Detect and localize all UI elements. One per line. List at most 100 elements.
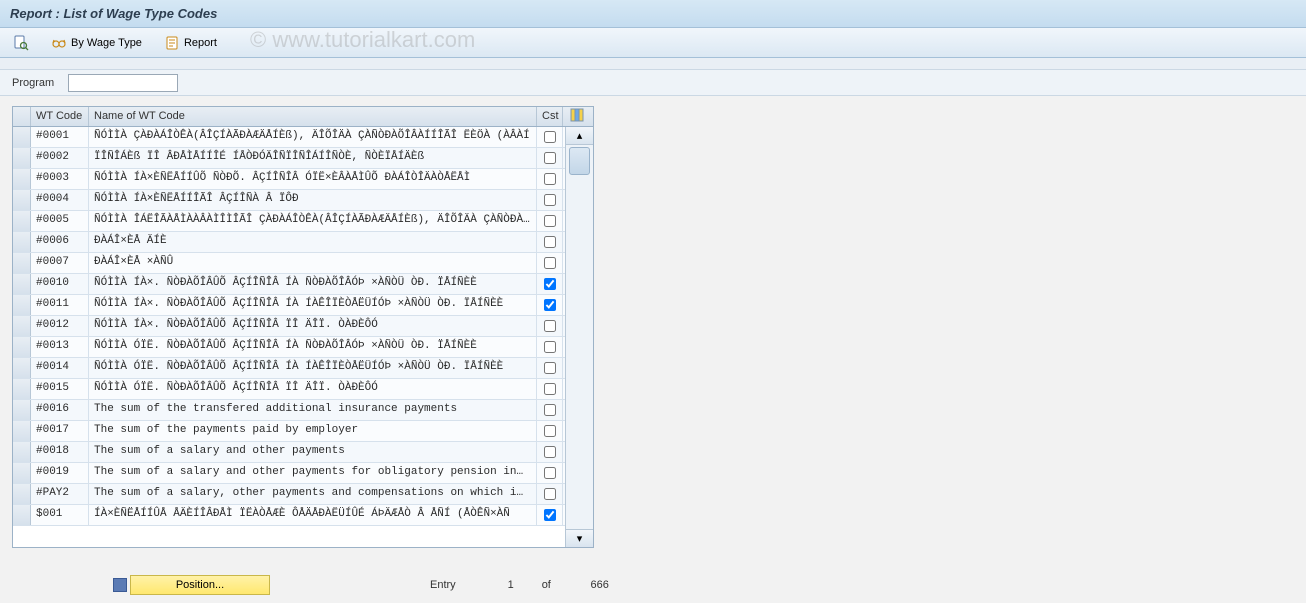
table-row[interactable]: #0016The sum of the transfered additiona… [13, 400, 565, 421]
cst-checkbox[interactable] [544, 320, 556, 332]
cst-checkbox[interactable] [544, 299, 556, 311]
table-row[interactable]: #0003ÑÓÌÌÀ ÍÀ×ÈÑËÅÍÍÛÕ ÑÒÐÕ. ÂÇÍÎÑÎÂ ÓÏË… [13, 169, 565, 190]
cst-checkbox[interactable] [544, 488, 556, 500]
row-selector[interactable] [13, 253, 31, 273]
col-selector[interactable] [13, 107, 31, 126]
table-row[interactable]: #0011ÑÓÌÌÀ ÍÀ×. ÑÒÐÀÕÎÂÛÕ ÂÇÍÎÑÎÂ ÍÀ ÍÀÊ… [13, 295, 565, 316]
cell-cst [537, 400, 563, 420]
cell-wt-code: $001 [31, 505, 89, 525]
scroll-track[interactable] [566, 145, 593, 529]
row-selector[interactable] [13, 169, 31, 189]
cell-cst [537, 505, 563, 525]
cell-cst [537, 274, 563, 294]
col-wt-code[interactable]: WT Code [31, 107, 89, 126]
cst-checkbox[interactable] [544, 215, 556, 227]
footer: Position... Entry 1 of 666 [0, 573, 1306, 597]
row-selector[interactable] [13, 442, 31, 462]
cst-checkbox[interactable] [544, 383, 556, 395]
row-selector[interactable] [13, 505, 31, 525]
cell-wt-code: #0007 [31, 253, 89, 273]
table-row[interactable]: #0005ÑÓÌÌÀ ÎÁËÎÃÀÅÌÀÀÂÀÌÎÌÎÃÎ ÇÀÐÀÁÎÒÊÀ(… [13, 211, 565, 232]
cell-name: ÏÎÑÎÁÈß ÏÎ ÂÐÅÌÅÍÍÎÉ ÍÅÒÐÓÄÎÑÏÎÑÎÁÍÎÑÒÈ,… [89, 148, 537, 168]
glasses-icon [51, 35, 67, 51]
cst-checkbox[interactable] [544, 362, 556, 374]
table-row[interactable]: #0010ÑÓÌÌÀ ÍÀ×. ÑÒÐÀÕÎÂÛÕ ÂÇÍÎÑÎÂ ÍÀ ÑÒÐ… [13, 274, 565, 295]
row-selector[interactable] [13, 400, 31, 420]
cell-name: ÑÓÌÌÀ ÍÀ×. ÑÒÐÀÕÎÂÛÕ ÂÇÍÎÑÎÂ ÍÀ ÑÒÐÀÕÎÂÓ… [89, 274, 537, 294]
table-row[interactable]: #0018The sum of a salary and other payme… [13, 442, 565, 463]
report-label: Report [184, 37, 217, 49]
table-row[interactable]: #0002ÏÎÑÎÁÈß ÏÎ ÂÐÅÌÅÍÍÎÉ ÍÅÒÐÓÄÎÑÏÎÑÎÁÍ… [13, 148, 565, 169]
row-selector[interactable] [13, 190, 31, 210]
table-row[interactable]: #0001ÑÓÌÌÀ ÇÀÐÀÁÎÒÊÀ(ÂÎÇÍÀÃÐÀÆÄÅÍÈß), ÄÎ… [13, 127, 565, 148]
cst-checkbox[interactable] [544, 467, 556, 479]
program-row: Program [0, 70, 1306, 96]
table-row[interactable]: #PAY2The sum of a salary, other payments… [13, 484, 565, 505]
find-button[interactable] [8, 32, 34, 54]
cst-checkbox[interactable] [544, 152, 556, 164]
cell-name: The sum of the transfered additional ins… [89, 400, 537, 420]
table-row[interactable]: #0007ÐÀÁÎ×ÈÅ ×ÀÑÛ [13, 253, 565, 274]
position-button[interactable]: Position... [130, 575, 270, 595]
cst-checkbox[interactable] [544, 131, 556, 143]
chevron-up-icon: ▴ [577, 129, 583, 142]
col-name[interactable]: Name of WT Code [89, 107, 537, 126]
chevron-down-icon: ▾ [577, 532, 583, 545]
row-selector[interactable] [13, 463, 31, 483]
cell-name: The sum of a salary and other payments f… [89, 463, 537, 483]
table-row[interactable]: #0015ÑÓÌÌÀ ÓÏË. ÑÒÐÀÕÎÂÛÕ ÂÇÍÎÑÎÂ ÏÎ ÄÎÏ… [13, 379, 565, 400]
row-selector[interactable] [13, 379, 31, 399]
row-selector[interactable] [13, 274, 31, 294]
col-cst[interactable]: Cst [537, 107, 563, 126]
cell-wt-code: #0014 [31, 358, 89, 378]
cell-name: ÑÓÌÌÀ ÍÀ×ÈÑËÅÍÍÎÃÎ ÂÇÍÎÑÀ Â ÏÔÐ [89, 190, 537, 210]
position-label: Position... [176, 579, 224, 591]
table-row[interactable]: #0006ÐÀÁÎ×ÈÅ ÄÍÈ [13, 232, 565, 253]
cst-checkbox[interactable] [544, 194, 556, 206]
row-selector[interactable] [13, 484, 31, 504]
table-row[interactable]: #0017The sum of the payments paid by emp… [13, 421, 565, 442]
program-input[interactable] [68, 74, 178, 92]
cst-checkbox[interactable] [544, 173, 556, 185]
table-row[interactable]: #0014ÑÓÌÌÀ ÓÏË. ÑÒÐÀÕÎÂÛÕ ÂÇÍÎÑÎÂ ÍÀ ÍÀÊ… [13, 358, 565, 379]
row-selector[interactable] [13, 337, 31, 357]
row-selector[interactable] [13, 358, 31, 378]
row-selector[interactable] [13, 232, 31, 252]
vertical-scrollbar[interactable]: ▴ ▾ [565, 127, 593, 547]
cell-name: ÑÓÌÌÀ ÎÁËÎÃÀÅÌÀÀÂÀÌÎÌÎÃÎ ÇÀÐÀÁÎÒÊÀ(ÂÎÇÍÀ… [89, 211, 537, 231]
row-selector[interactable] [13, 211, 31, 231]
cell-cst [537, 379, 563, 399]
cst-checkbox[interactable] [544, 425, 556, 437]
table-row[interactable]: #0013ÑÓÌÌÀ ÓÏË. ÑÒÐÀÕÎÂÛÕ ÂÇÍÎÑÎÂ ÍÀ ÑÒÐ… [13, 337, 565, 358]
row-selector[interactable] [13, 421, 31, 441]
by-wage-type-button[interactable]: By Wage Type [46, 32, 147, 54]
cst-checkbox[interactable] [544, 341, 556, 353]
cst-checkbox[interactable] [544, 236, 556, 248]
scroll-up-button[interactable]: ▴ [566, 127, 593, 145]
row-selector[interactable] [13, 295, 31, 315]
cell-wt-code: #0005 [31, 211, 89, 231]
cell-name: ÑÓÌÌÀ ÇÀÐÀÁÎÒÊÀ(ÂÎÇÍÀÃÐÀÆÄÅÍÈß), ÄÎÕÎÄÀ … [89, 127, 537, 147]
cst-checkbox[interactable] [544, 404, 556, 416]
cell-cst [537, 358, 563, 378]
table-row[interactable]: #0012ÑÓÌÌÀ ÍÀ×. ÑÒÐÀÕÎÂÛÕ ÂÇÍÎÑÎÂ ÏÎ ÄÎÏ… [13, 316, 565, 337]
scroll-down-button[interactable]: ▾ [566, 529, 593, 547]
cst-checkbox[interactable] [544, 257, 556, 269]
table-row[interactable]: $001ÍÀ×ÈÑËÅÍÍÛÅ ÅÄÈÍÎÂÐÅÌ ÏËÀÒÅÆÈ ÔÅÄÅÐÀ… [13, 505, 565, 526]
table-row[interactable]: #0019The sum of a salary and other payme… [13, 463, 565, 484]
cst-checkbox[interactable] [544, 446, 556, 458]
row-selector[interactable] [13, 127, 31, 147]
cst-checkbox[interactable] [544, 509, 556, 521]
row-selector[interactable] [13, 316, 31, 336]
cell-name: ÑÓÌÌÀ ÍÀ×. ÑÒÐÀÕÎÂÛÕ ÂÇÍÎÑÎÂ ÏÎ ÄÎÏ. ÒÀÐ… [89, 316, 537, 336]
report-button[interactable]: Report [159, 32, 222, 54]
configure-columns-button[interactable] [563, 107, 591, 126]
cst-checkbox[interactable] [544, 278, 556, 290]
page-title: Report : List of Wage Type Codes [10, 6, 217, 21]
cell-cst [537, 484, 563, 504]
table-row[interactable]: #0004ÑÓÌÌÀ ÍÀ×ÈÑËÅÍÍÎÃÎ ÂÇÍÎÑÀ Â ÏÔÐ [13, 190, 565, 211]
cell-wt-code: #0017 [31, 421, 89, 441]
scroll-thumb[interactable] [569, 147, 590, 175]
row-selector[interactable] [13, 148, 31, 168]
cell-wt-code: #0012 [31, 316, 89, 336]
